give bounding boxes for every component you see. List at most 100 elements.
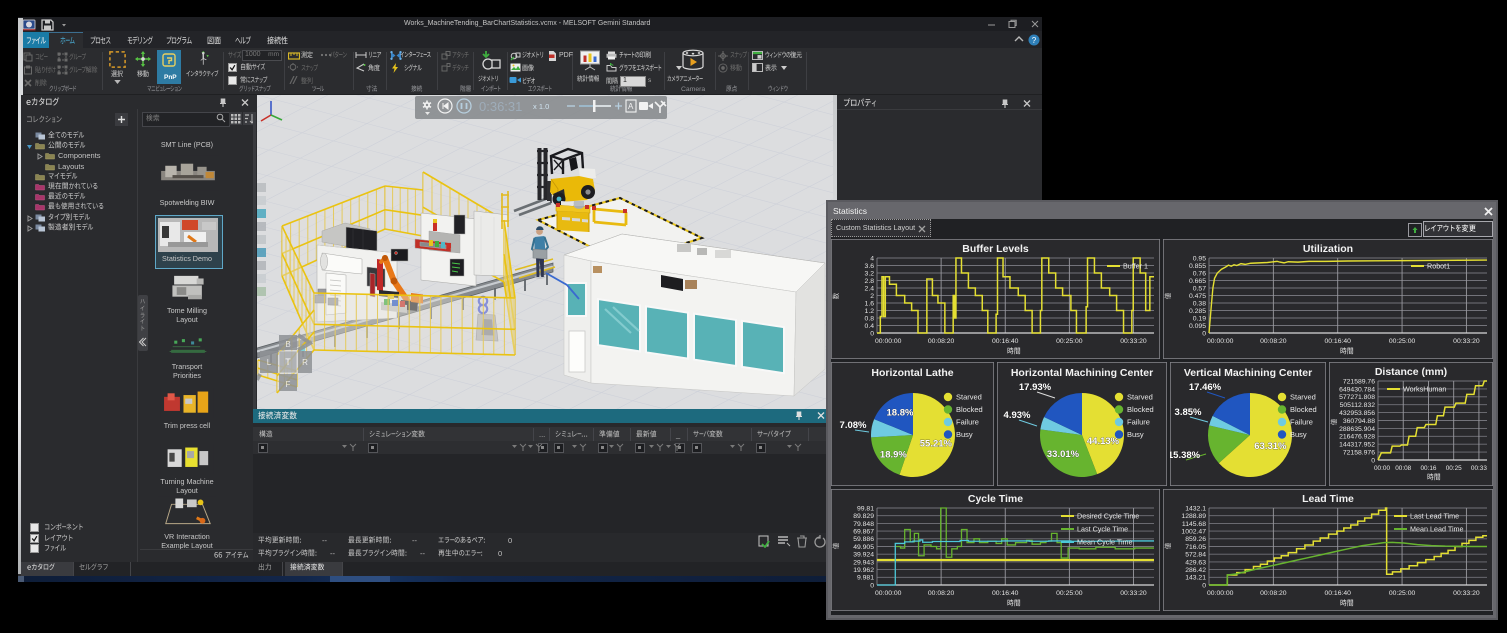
svg-text:Buffer 1: Buffer 1 [1123,262,1148,271]
svg-text:859.26: 859.26 [1185,536,1206,543]
svg-text:00:16:40: 00:16:40 [1324,590,1351,597]
svg-text:577271.808: 577271.808 [1339,394,1375,401]
svg-text:7.08%: 7.08% [840,420,867,431]
svg-text:Robot1: Robot1 [1427,262,1450,271]
svg-text:1288.89: 1288.89 [1181,513,1206,520]
svg-text:Cycle Time: Cycle Time [968,493,1023,505]
svg-text:429.63: 429.63 [1185,559,1206,566]
svg-text:?: ? [1032,36,1037,45]
svg-text:288635.904: 288635.904 [1339,426,1375,433]
svg-text:00:33:20: 00:33:20 [1120,590,1147,597]
svg-text:505112.832: 505112.832 [1340,402,1376,409]
svg-text:00:00:00: 00:00:00 [875,590,902,597]
svg-text:B: B [285,340,290,349]
svg-text:T: T [285,357,291,367]
svg-text:x 1.0: x 1.0 [533,102,549,111]
svg-text:0.8: 0.8 [865,315,875,322]
svg-text:2.4: 2.4 [865,285,875,292]
svg-text:0.855: 0.855 [1189,263,1206,270]
svg-text:Last Lead Time: Last Lead Time [1410,512,1459,521]
svg-text:0.095: 0.095 [1189,323,1206,330]
svg-text:216476.928: 216476.928 [1339,434,1375,441]
svg-text:00:08:20: 00:08:20 [928,590,955,597]
svg-text:59.886: 59.886 [853,536,874,543]
svg-text:1432.1: 1432.1 [1185,505,1206,512]
svg-text:0: 0 [1371,457,1375,464]
svg-text:0.4: 0.4 [865,323,875,330]
svg-text:19.962: 19.962 [853,567,874,574]
svg-text:Desired Cycle Time: Desired Cycle Time [1077,512,1139,521]
svg-text:572.84: 572.84 [1185,552,1206,559]
svg-text:0: 0 [870,330,874,337]
svg-text:0: 0 [1202,582,1206,589]
svg-text:00:33:20: 00:33:20 [1453,590,1480,597]
svg-text:0.95: 0.95 [1193,255,1206,262]
svg-text:99.81: 99.81 [857,505,874,512]
svg-text:Failure: Failure [956,418,979,427]
svg-text:29.943: 29.943 [853,559,874,566]
svg-text:00:16: 00:16 [1420,465,1436,472]
svg-text:Blocked: Blocked [1127,405,1154,414]
svg-text:1.6: 1.6 [865,300,875,307]
svg-text:00:08:20: 00:08:20 [1260,338,1287,345]
svg-text:18.8%: 18.8% [887,407,914,418]
svg-text:F: F [286,380,291,389]
svg-text:Horizontal Machining Center: Horizontal Machining Center [1011,367,1153,379]
svg-text:Mean Cycle Time: Mean Cycle Time [1077,538,1133,547]
svg-text:L: L [267,358,272,367]
svg-text:Busy: Busy [1127,430,1144,439]
svg-text:Lead Time: Lead Time [1302,493,1354,505]
svg-text:WorksHuman: WorksHuman [1403,385,1446,394]
svg-text:Vertical Machining Center: Vertical Machining Center [1184,367,1312,379]
svg-text:17.46%: 17.46% [1189,382,1222,393]
svg-text:00:16:40: 00:16:40 [992,338,1019,345]
svg-text:Last Cycle Time: Last Cycle Time [1077,525,1128,534]
svg-text:44.13%: 44.13% [1087,436,1120,447]
svg-text:0: 0 [1202,330,1206,337]
svg-text:1145.68: 1145.68 [1182,521,1206,528]
svg-text:3.85%: 3.85% [1175,407,1202,418]
svg-text:00:25:00: 00:25:00 [1056,338,1083,345]
svg-text:Starved: Starved [956,393,982,402]
svg-text:143.21: 143.21 [1185,575,1206,582]
svg-text:0.57: 0.57 [1193,285,1206,292]
svg-text:69.867: 69.867 [853,529,874,536]
svg-text:2.8: 2.8 [865,278,875,285]
svg-text:49.905: 49.905 [853,544,874,551]
svg-text:0.76: 0.76 [1193,270,1206,277]
svg-text:Busy: Busy [956,430,973,439]
svg-text:00:08: 00:08 [1395,465,1411,472]
svg-text:00:33:20: 00:33:20 [1453,338,1480,345]
svg-text:63.31%: 63.31% [1254,441,1287,452]
svg-text:00:00: 00:00 [1374,465,1390,472]
svg-text:00:00:00: 00:00:00 [1207,338,1234,345]
svg-text:00:25:00: 00:25:00 [1389,590,1416,597]
svg-text:18.9%: 18.9% [880,450,907,461]
svg-text:2: 2 [870,293,874,300]
svg-text:33.01%: 33.01% [1047,449,1080,460]
svg-text:4: 4 [870,255,874,262]
svg-text:649430.784: 649430.784 [1339,386,1375,393]
svg-text:0: 0 [870,582,874,589]
svg-text:00:33: 00:33 [1471,465,1487,472]
svg-text:432953.856: 432953.856 [1339,410,1375,417]
svg-text:Mean Lead Time: Mean Lead Time [1410,525,1464,534]
svg-text:00:16:40: 00:16:40 [992,590,1019,597]
svg-text:Distance (mm): Distance (mm) [1375,366,1447,378]
svg-text:R: R [302,358,308,367]
svg-text:Horizontal Lathe: Horizontal Lathe [871,367,953,379]
svg-text:9.981: 9.981 [857,575,874,582]
svg-text:1002.47: 1002.47 [1181,529,1206,536]
svg-text:144317.952: 144317.952 [1339,442,1375,449]
svg-text:3.6: 3.6 [865,263,875,270]
svg-text:Failure: Failure [1127,418,1150,427]
svg-text:15.38%: 15.38% [1170,450,1201,461]
svg-text:1.2: 1.2 [865,308,875,315]
svg-text:0:36:31: 0:36:31 [479,99,522,114]
svg-text:Busy: Busy [1290,430,1307,439]
svg-text:Failure: Failure [1290,418,1313,427]
svg-text:00:16:40: 00:16:40 [1324,338,1351,345]
svg-text:39.924: 39.924 [853,552,874,559]
svg-text:4.93%: 4.93% [1004,410,1031,421]
svg-text:00:33:20: 00:33:20 [1120,338,1147,345]
